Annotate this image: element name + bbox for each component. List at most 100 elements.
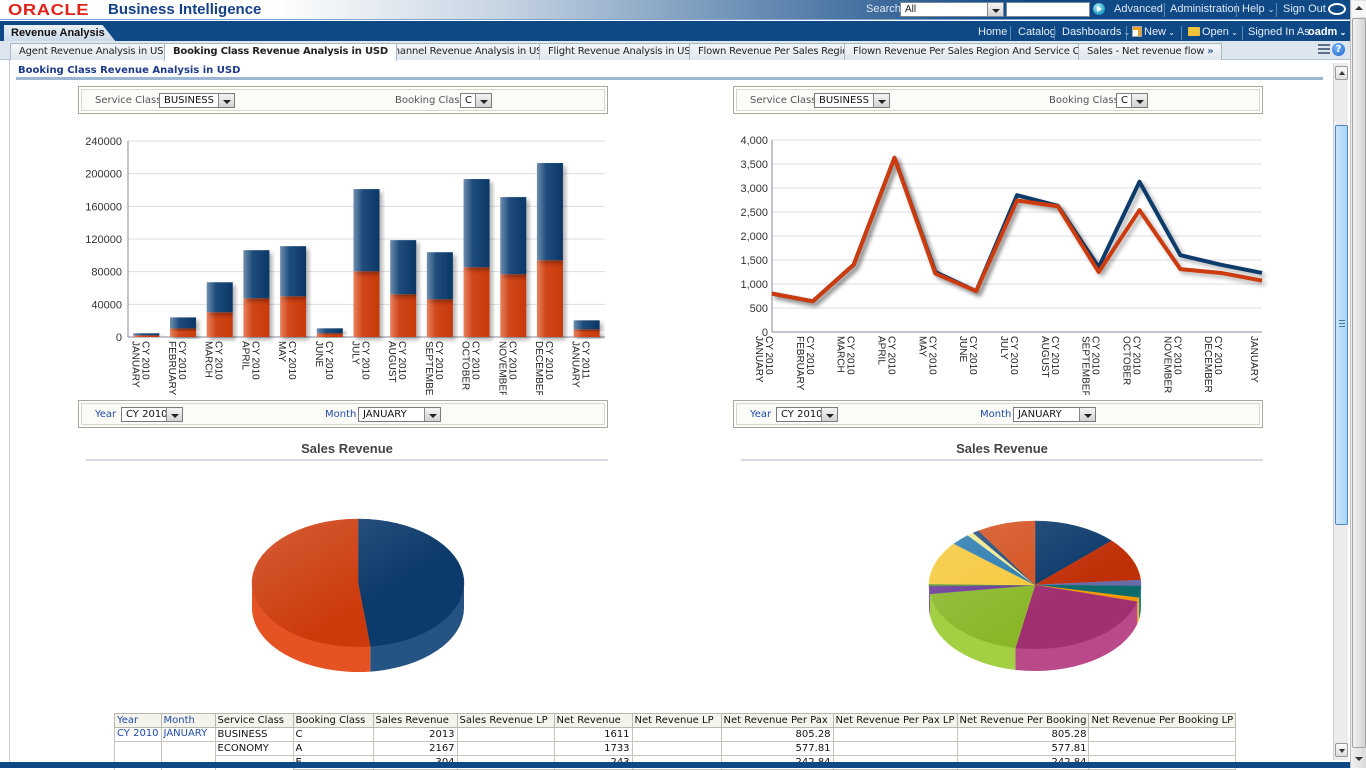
advanced-link[interactable]: Advanced	[1114, 3, 1163, 15]
service-class-select[interactable]: BUSINESS	[814, 93, 890, 108]
folder-icon	[1188, 27, 1200, 36]
stacked-bar-chart: 04000080000120000160000200000240000CY 20…	[80, 130, 610, 395]
table-cell[interactable]: CY 2010	[115, 728, 162, 742]
service-class-select[interactable]: BUSINESS	[159, 93, 235, 108]
bar-segment	[390, 294, 416, 337]
booking-class-label: Booking Class	[1049, 95, 1119, 106]
sign-out-link[interactable]: Sign Out	[1283, 3, 1326, 15]
pie-title-right: Sales Revenue	[741, 441, 1263, 456]
dashboards-menu[interactable]: Dashboards ⌄	[1062, 26, 1130, 38]
chevron-down-icon[interactable]	[424, 408, 440, 421]
month-select[interactable]: JANUARY	[358, 407, 441, 422]
table-cell[interactable]: JANUARY	[161, 728, 215, 742]
new-menu[interactable]: New ⌄	[1132, 26, 1175, 38]
more-tabs-icon[interactable]: »	[1207, 46, 1213, 57]
tab-flown-revenue-region-service[interactable]: Flown Revenue Per Sales Region And Servi…	[844, 43, 1107, 60]
table-cell: BUSINESS	[215, 728, 293, 742]
chevron-down-icon[interactable]	[475, 94, 491, 107]
help-menu[interactable]: Help ⌄	[1242, 3, 1274, 15]
booking-class-select[interactable]: C	[1116, 93, 1148, 108]
window-scrollbar[interactable]	[1350, 0, 1366, 768]
booking-class-select[interactable]: C	[460, 93, 492, 108]
chevron-down-icon[interactable]	[218, 94, 234, 107]
x-tick-month: SEPTEMBER	[423, 341, 434, 395]
y-tick-label: 3,500	[740, 159, 768, 171]
bar-segment	[207, 282, 233, 312]
chevron-down-icon[interactable]	[1131, 94, 1147, 107]
year-select[interactable]: CY 2010	[121, 407, 183, 422]
chevron-down-icon: ⌄	[1229, 28, 1238, 37]
top-header: ORACLE Business Intelligence Search All …	[0, 0, 1366, 20]
table-cell	[1089, 728, 1236, 742]
chevron-down-icon[interactable]	[873, 94, 889, 107]
bar-segment	[207, 312, 233, 337]
chevron-down-icon[interactable]	[1079, 408, 1095, 421]
y-tick-label: 3,000	[740, 183, 768, 195]
col-header-net-revenue: Net Revenue	[554, 714, 632, 728]
scroll-up-icon[interactable]	[1352, 1, 1366, 17]
tab-flown-revenue-region[interactable]: Flown Revenue Per Sales Region	[689, 43, 863, 60]
table-cell: 1611	[554, 728, 632, 742]
catalog-link[interactable]: Catalog	[1018, 26, 1056, 38]
x-tick-label: CY 2010SEPTEMBER	[423, 341, 444, 395]
content-scrollbar[interactable]	[1333, 63, 1348, 760]
y-tick-label: 80000	[91, 267, 122, 279]
scrollbar-thumb[interactable]	[1352, 18, 1366, 748]
pie-chart-right	[910, 505, 1160, 685]
col-header-year[interactable]: Year	[115, 714, 162, 728]
bar-segment	[500, 197, 526, 274]
scroll-up-icon[interactable]	[1335, 66, 1348, 80]
table-cell	[457, 728, 554, 742]
new-document-icon	[1132, 26, 1142, 37]
search-input[interactable]	[1006, 2, 1090, 17]
tab-channel-revenue[interactable]: Channel Revenue Analysis in USD	[378, 43, 559, 60]
chevron-down-icon[interactable]	[166, 408, 182, 421]
app-tab-revenue-analysis[interactable]: Revenue Analysis	[4, 25, 116, 42]
table-cell: A	[293, 742, 373, 756]
user-menu[interactable]: oadm ⌄	[1308, 26, 1346, 38]
col-header-net-revenue-per-pax-lp: Net Revenue Per Pax LP	[833, 714, 957, 728]
scrollbar-thumb[interactable]	[1335, 125, 1348, 525]
table-cell	[457, 742, 554, 756]
x-tick-month: JANUARY	[753, 336, 764, 383]
administration-link[interactable]: Administration	[1170, 3, 1240, 15]
year-label: Year	[95, 409, 116, 420]
tab-sales-net-revenue-flow[interactable]: Sales - Net revenue flow »	[1078, 43, 1222, 60]
open-menu[interactable]: Open ⌄	[1188, 26, 1238, 38]
bar-segment	[390, 240, 416, 294]
x-tick-month: FEBRUARY	[166, 341, 177, 395]
tab-booking-class-revenue[interactable]: Booking Class Revenue Analysis in USD	[164, 43, 397, 61]
x-tick-label: CY 2010APRIL	[876, 336, 897, 375]
bar-segment	[317, 328, 343, 333]
bar-segment	[170, 328, 196, 337]
x-tick-label: CY 2010OCTOBER	[460, 341, 481, 390]
year-select[interactable]: CY 2010	[776, 407, 838, 422]
x-tick-month: DECEMBER	[1202, 336, 1213, 393]
x-tick-month: FEBRUARY	[794, 336, 805, 391]
page-options-icon[interactable]	[1318, 44, 1330, 54]
chevron-down-icon[interactable]	[987, 3, 1003, 16]
col-header-month[interactable]: Month	[161, 714, 215, 728]
tab-agent-revenue[interactable]: Agent Revenue Analysis in USD	[10, 43, 180, 60]
search-go-icon[interactable]	[1093, 3, 1105, 15]
month-select[interactable]: JANUARY	[1013, 407, 1096, 422]
bar-segment	[354, 271, 380, 337]
y-tick-label: 4,000	[740, 135, 768, 147]
chevron-down-icon[interactable]	[821, 408, 837, 421]
y-tick-label: 40000	[91, 299, 122, 311]
bar-segment	[537, 260, 563, 337]
scroll-down-icon[interactable]	[1352, 752, 1366, 766]
divider	[1164, 3, 1165, 17]
search-scope-select[interactable]: All	[900, 2, 1004, 17]
help-icon[interactable]: ?	[1332, 43, 1345, 56]
col-header-net-revenue-per-booking-lp: Net Revenue Per Booking LP	[1089, 714, 1236, 728]
scroll-down-icon[interactable]	[1335, 743, 1348, 757]
bar-segment	[133, 333, 159, 335]
x-tick-month: NOVEMBER	[496, 341, 507, 395]
pie-highlight	[252, 519, 464, 647]
divider	[1054, 26, 1055, 40]
home-link[interactable]: Home	[978, 26, 1007, 38]
prompt-box-period-left: Year CY 2010 Month JANUARY	[78, 400, 608, 428]
bar-segment	[243, 298, 269, 337]
tab-flight-revenue[interactable]: Flight Revenue Analysis in USD	[539, 43, 707, 60]
